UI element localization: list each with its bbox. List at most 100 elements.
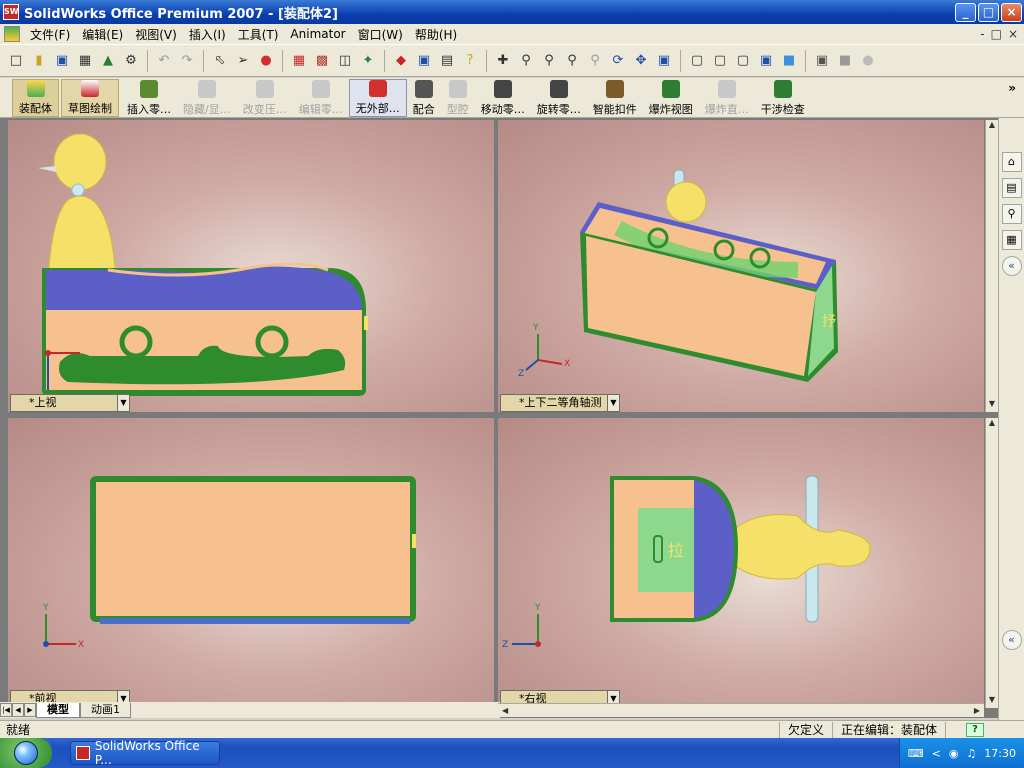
options-icon[interactable]: ⚙	[121, 51, 141, 71]
vertical-scrollbar-top[interactable]: ▲ ▼	[985, 120, 998, 412]
tab-sketch[interactable]: 草图绘制	[61, 79, 119, 117]
close-button[interactable]: ×	[1001, 2, 1022, 22]
viewport-label-top-text: *上视	[29, 396, 57, 409]
layout-icon[interactable]: ◫	[335, 51, 355, 71]
menu-edit[interactable]: 编辑(E)	[76, 26, 129, 43]
grid-icon[interactable]: ▦	[289, 51, 309, 71]
command-button[interactable]: 无外部…	[348, 79, 407, 117]
shadows-icon[interactable]: ▣	[812, 51, 832, 71]
shaded-edges-icon[interactable]: ▣	[756, 51, 776, 71]
help-icon[interactable]: ?	[460, 51, 480, 71]
help-icon[interactable]: ?	[966, 722, 984, 737]
properties-icon[interactable]: ▤	[437, 51, 457, 71]
start-button[interactable]	[0, 738, 52, 768]
zoom-selection-icon[interactable]: ⚲	[585, 51, 605, 71]
select-icon[interactable]: ⬁	[210, 51, 230, 71]
tab-model[interactable]: 模型	[36, 702, 80, 718]
chevron-down-icon[interactable]: ▼	[117, 395, 129, 411]
command-button[interactable]: 爆炸视图	[643, 79, 699, 117]
zoom-area-icon[interactable]: ⚲	[539, 51, 559, 71]
horizontal-scrollbar[interactable]: ◀ ▶	[498, 703, 984, 717]
zoom-inout-icon[interactable]: ⚲	[562, 51, 582, 71]
design-library-icon[interactable]: ▤	[1001, 178, 1022, 198]
menu-insert[interactable]: 插入(I)	[183, 26, 232, 43]
command-button[interactable]: 干涉检查	[755, 79, 811, 117]
viewport-label-isometric[interactable]: *上下二等角轴测 ▼	[500, 394, 620, 412]
save-icon[interactable]: ▣	[52, 51, 72, 71]
viewport-front[interactable]: Y X *前视 ▼	[8, 418, 494, 708]
command-button[interactable]: 插入零…	[121, 79, 177, 117]
traffic-light-icon[interactable]: ●	[256, 51, 276, 71]
tab-assembly[interactable]: 装配体	[12, 79, 59, 117]
clock[interactable]: 17:30	[984, 747, 1016, 760]
command-button[interactable]: 改变压…	[237, 79, 293, 117]
expand-pane-icon[interactable]: «	[1001, 630, 1022, 650]
menu-file[interactable]: 文件(F)	[24, 26, 76, 43]
select-filter-icon[interactable]: ➢	[233, 51, 253, 71]
viewport-top[interactable]: *上视 ▼	[8, 120, 494, 412]
shaded-icon[interactable]: ■	[779, 51, 799, 71]
view-orientation-icon[interactable]: ▣	[654, 51, 674, 71]
collapse-pane-icon[interactable]: «	[1001, 256, 1022, 276]
redo-icon[interactable]: ↷	[177, 51, 197, 71]
doc-close-button[interactable]: ×	[1008, 27, 1018, 41]
solidworks-menu-icon[interactable]	[4, 26, 20, 42]
doc-minimize-button[interactable]: -	[980, 27, 984, 41]
viewport-right[interactable]: 拉 Y Z *右视 ▼	[498, 418, 984, 708]
appearance-icon[interactable]: ◆	[391, 51, 411, 71]
pan-icon[interactable]: ✥	[631, 51, 651, 71]
viewport-isometric[interactable]: 抒 Y X Z *上下二等角轴测 ▼	[498, 120, 984, 412]
menu-animator[interactable]: Animator	[284, 27, 351, 41]
menu-window[interactable]: 窗口(W)	[352, 26, 409, 43]
menu-help[interactable]: 帮助(H)	[409, 26, 463, 43]
perspective-icon[interactable]: ■	[835, 51, 855, 71]
solidworks-app-icon[interactable]: SW	[3, 4, 19, 20]
view-palette-icon[interactable]: ▦	[1001, 230, 1022, 250]
command-button[interactable]: 移动零…	[475, 79, 531, 117]
maximize-button[interactable]: □	[978, 2, 999, 22]
minimize-button[interactable]: _	[955, 2, 976, 22]
network-icon[interactable]: ◉	[949, 747, 959, 760]
keyboard-icon[interactable]: ⌨	[908, 747, 924, 760]
command-button[interactable]: 旋转零…	[531, 79, 587, 117]
taskbar-solidworks-button[interactable]: SolidWorks Office P...	[70, 739, 220, 767]
command-button[interactable]: 隐藏/显…	[177, 79, 237, 117]
home-icon[interactable]: ⌂	[1001, 152, 1022, 172]
undo-icon[interactable]: ↶	[154, 51, 174, 71]
wireframe-icon[interactable]: ▢	[687, 51, 707, 71]
hidden-lines-visible-icon[interactable]: ▢	[710, 51, 730, 71]
scroll-right-icon[interactable]: ▶	[974, 706, 980, 715]
command-button[interactable]: 爆炸直…	[699, 79, 755, 117]
command-button[interactable]: 智能扣件	[587, 79, 643, 117]
rebuild-icon[interactable]: ▲	[98, 51, 118, 71]
doc-restore-button[interactable]: □	[991, 27, 1002, 41]
realview-icon[interactable]: ●	[858, 51, 878, 71]
menu-view[interactable]: 视图(V)	[129, 26, 183, 43]
tab-scroll-first-icon[interactable]: |◀	[0, 703, 12, 717]
rotate-icon[interactable]: ⟳	[608, 51, 628, 71]
volume-icon[interactable]: ♫	[966, 747, 976, 760]
command-button[interactable]: 配合	[407, 79, 441, 117]
tab-scroll-prev-icon[interactable]: ◀	[12, 703, 24, 717]
open-icon[interactable]: ▮	[29, 51, 49, 71]
scroll-left-icon[interactable]: ◀	[502, 706, 508, 715]
window-tile-icon[interactable]: ▣	[414, 51, 434, 71]
viewport-label-top[interactable]: *上视 ▼	[10, 394, 130, 412]
measure-icon[interactable]: ✚	[493, 51, 513, 71]
print-icon[interactable]: ▦	[75, 51, 95, 71]
brick-icon[interactable]: ▩	[312, 51, 332, 71]
chevron-down-icon[interactable]: ▼	[607, 395, 619, 411]
file-explorer-icon[interactable]: ⚲	[1001, 204, 1022, 224]
menu-tools[interactable]: 工具(T)	[232, 26, 285, 43]
command-button[interactable]: 型腔	[441, 79, 475, 117]
tab-animation[interactable]: 动画1	[80, 702, 131, 718]
tray-expand-icon[interactable]: <	[932, 747, 941, 760]
add-in-icon[interactable]: ✦	[358, 51, 378, 71]
zoom-fit-icon[interactable]: ⚲	[516, 51, 536, 71]
vertical-scrollbar-bottom[interactable]: ▲ ▼	[985, 418, 998, 708]
new-icon[interactable]: □	[6, 51, 26, 71]
expand-commands-icon[interactable]: »	[1008, 81, 1016, 95]
tab-scroll-next-icon[interactable]: ▶	[24, 703, 36, 717]
command-button[interactable]: 编辑零…	[293, 79, 349, 117]
hidden-lines-removed-icon[interactable]: ▢	[733, 51, 753, 71]
